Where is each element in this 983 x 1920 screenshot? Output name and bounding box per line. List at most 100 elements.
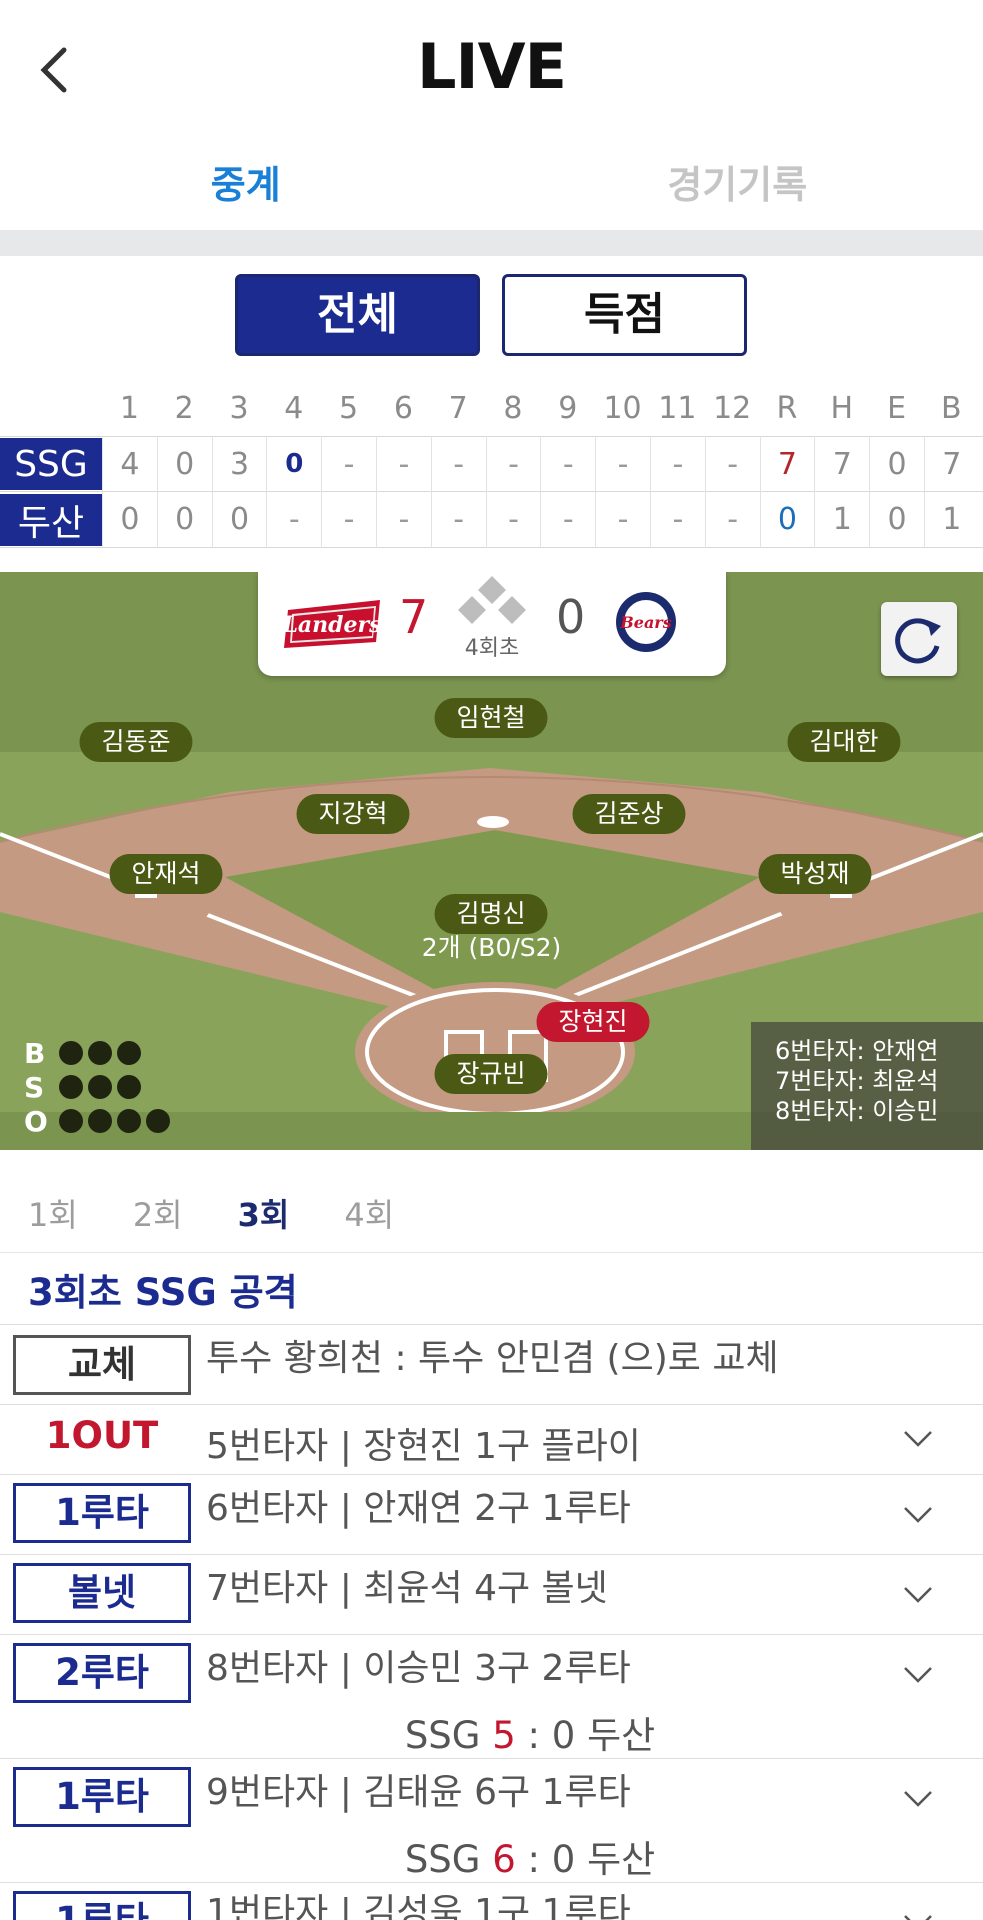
play-badge: 1OUT [45, 1414, 159, 1457]
tab-inning-4[interactable]: 4회 [344, 1190, 394, 1236]
svg-text:Bears: Bears [619, 613, 672, 632]
inning-header: 10 [603, 390, 642, 426]
score-cell: - [430, 491, 486, 548]
play-item[interactable]: 1루타 9번타자 | 김태윤 6구 1루타 SSG 6 : 0 두산 [0, 1758, 983, 1882]
inning-header: 2 [174, 390, 194, 426]
play-item[interactable]: 볼넷 7번타자 | 최윤석 4구 볼넷 [0, 1554, 983, 1634]
play-item[interactable]: 1OUT 5번타자 | 장현진 1구 플라이 [0, 1404, 983, 1474]
score-cell: - [430, 436, 486, 492]
scoreboard-row-home: 두산 0 0 0 - - - - - - - - - 0 1 0 1 [0, 491, 983, 548]
svg-text:Landers: Landers [281, 612, 381, 638]
score-cell: - [321, 436, 376, 492]
scoreboard-header: 1 2 3 4 5 6 7 8 9 10 11 12 R H E B [0, 380, 983, 436]
walks-header: B [941, 390, 962, 426]
inning-header: 1 [119, 390, 139, 426]
chevron-down-icon[interactable] [903, 1789, 933, 1809]
bears-logo: Bears [616, 592, 676, 652]
play-badge: 2루타 [13, 1643, 191, 1703]
score-cell: 3 [211, 436, 267, 492]
tab-inning-2[interactable]: 2회 [133, 1190, 183, 1236]
play-item[interactable]: 2루타 8번타자 | 이승민 3구 2루타 SSG 5 : 0 두산 [0, 1634, 983, 1758]
runs-cell: 7 [759, 436, 815, 492]
tab-inning-1[interactable]: 1회 [28, 1190, 78, 1236]
strikes-row: S [24, 1070, 170, 1104]
play-text: 9번타자 | 김태윤 6구 1루타 [206, 1772, 631, 1813]
play-badge: 1루타 [13, 1891, 191, 1920]
scoreboard-row-away: SSG 4 0 3 0 - - - - - - - - 7 7 0 7 [0, 436, 983, 492]
runs-header: R [776, 390, 798, 426]
inning-header: 6 [393, 390, 413, 426]
score-cell: - [375, 436, 431, 492]
play-text: 1번타자 | 김성욱 1구 1루타 [206, 1892, 631, 1920]
player-catcher: 장규빈 [434, 1054, 548, 1094]
player-shortstop: 지강혁 [296, 794, 410, 834]
inning-tabs: 1회 2회 3회 4회 [28, 1190, 449, 1236]
score-cell: - [595, 436, 650, 492]
errors-cell: 0 [869, 491, 924, 548]
hits-header: H [830, 390, 854, 426]
balls-row: B [24, 1036, 170, 1070]
score-cell: 0 [156, 436, 212, 492]
score-cell: - [540, 491, 595, 548]
inning-header: 9 [558, 390, 578, 426]
chevron-down-icon[interactable] [903, 1913, 933, 1920]
filter-score-button[interactable]: 득점 [502, 274, 747, 356]
play-text: 6번타자 | 안재연 2구 1루타 [206, 1488, 631, 1529]
divider [0, 1252, 983, 1253]
score-cell: - [704, 491, 760, 548]
tab-bar: 중계 경기기록 [0, 140, 983, 230]
play-item[interactable]: 1루타 1번타자 | 김성욱 1구 1루타 [0, 1882, 983, 1920]
errors-cell: 0 [869, 436, 924, 492]
player-batter: 장현진 [536, 1002, 650, 1042]
inning-header: 11 [658, 390, 697, 426]
landers-logo: Landers [281, 600, 382, 648]
next-batters-panel: 6번타자: 안재연 7번타자: 최윤석 8번타자: 이승민 [751, 1022, 983, 1150]
tab-broadcast[interactable]: 중계 [0, 140, 492, 230]
tab-game-record[interactable]: 경기기록 [492, 140, 983, 230]
page-title: LIVE [417, 30, 567, 103]
bases-diamond-icon [458, 576, 526, 624]
filter-all-button[interactable]: 전체 [235, 274, 480, 356]
score-cell: - [540, 436, 595, 492]
score-cell: - [321, 491, 376, 548]
team-name: SSG [0, 438, 102, 490]
score-cell: - [649, 436, 705, 492]
chevron-down-icon[interactable] [903, 1505, 933, 1525]
play-text: 5번타자 | 장현진 1구 플라이 [206, 1426, 641, 1467]
next-batter: 8번타자: 이승민 [775, 1097, 939, 1125]
errors-header: E [887, 390, 907, 426]
home-score: 0 [556, 590, 586, 644]
chevron-down-icon[interactable] [903, 1585, 933, 1605]
hits-cell: 7 [814, 436, 869, 492]
inning-header: 12 [713, 390, 752, 426]
refresh-button[interactable] [881, 602, 957, 676]
score-cell: - [485, 491, 541, 548]
play-badge: 1루타 [13, 1483, 191, 1543]
play-item[interactable]: 1루타 6번타자 | 안재연 2구 1루타 [0, 1474, 983, 1554]
hits-cell: 1 [814, 491, 869, 548]
header: LIVE [0, 0, 983, 140]
team-name: 두산 [0, 493, 102, 546]
next-batter: 7번타자: 최윤석 [775, 1067, 939, 1095]
runs-cell: 0 [759, 491, 815, 548]
play-text: 8번타자 | 이승민 3구 2루타 [206, 1648, 631, 1689]
play-badge: 1루타 [13, 1767, 191, 1827]
score-cell: - [266, 491, 321, 548]
score-cell: - [595, 491, 650, 548]
inning-indicator: 4회초 [464, 636, 520, 661]
player-first-base: 박성재 [758, 854, 872, 894]
next-batter: 6번타자: 안재연 [775, 1037, 939, 1065]
score-cell: 0 [156, 491, 212, 548]
inning-section-title: 3회초 SSG 공격 [28, 1271, 298, 1314]
tab-inning-3[interactable]: 3회 [238, 1190, 290, 1236]
score-cell: 0 [211, 491, 267, 548]
field-view: Landers 7 4회초 0 Bears 김동준 임현철 김대한 지강혁 김준… [0, 572, 983, 1150]
score-cell-current: 0 [266, 436, 321, 492]
inning-header: 8 [503, 390, 523, 426]
chevron-down-icon[interactable] [903, 1665, 933, 1685]
chevron-down-icon[interactable] [903, 1429, 933, 1449]
score-cell: - [649, 491, 705, 548]
score-cell: 4 [102, 436, 157, 492]
inning-header: 7 [448, 390, 468, 426]
inning-header: 5 [339, 390, 359, 426]
